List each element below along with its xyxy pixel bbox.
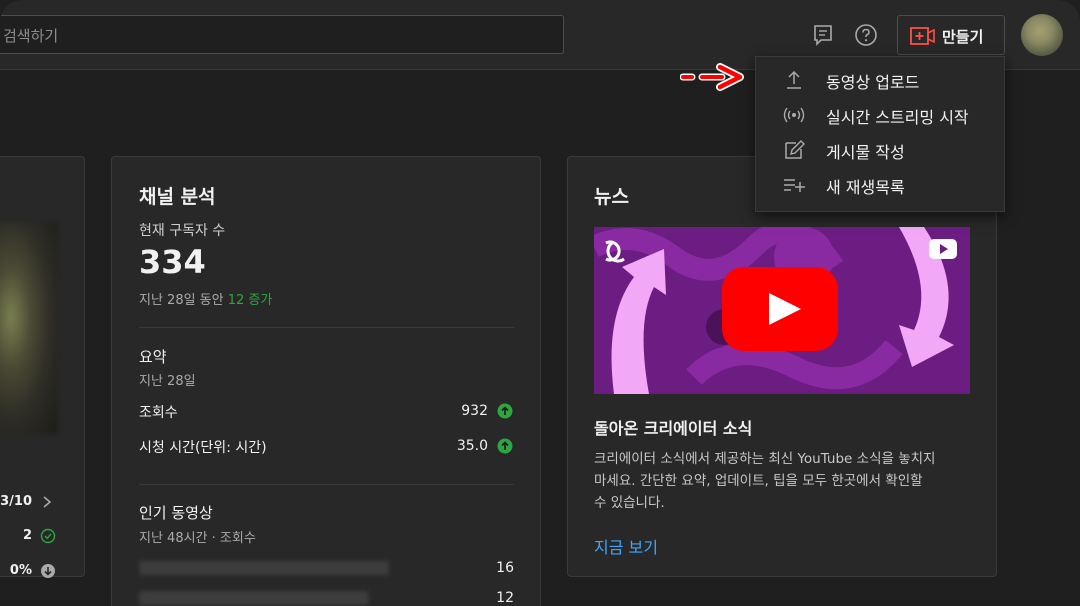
top-videos-title: 인기 동영상 (139, 504, 213, 522)
left-row-2-value: 2 (22, 528, 32, 543)
check-circle-icon (40, 528, 56, 544)
upload-icon (787, 70, 801, 89)
news-title: 뉴스 (594, 186, 629, 208)
search-placeholder: 검색하기 (3, 27, 59, 45)
create-button-label: 만들기 (942, 28, 984, 46)
summary-title: 요약 (139, 348, 167, 366)
metric-watchtime-label: 시청 시간(단위: 시간) (139, 440, 267, 456)
menu-item-upload-video[interactable]: 동영상 업로드 (756, 63, 1006, 97)
trend-up-icon (497, 438, 513, 454)
left-row-3-value: 0% (9, 563, 32, 578)
edit-post-icon (785, 140, 805, 159)
top-video-2-views: 12 (496, 590, 514, 606)
menu-item-label: 게시물 작성 (826, 143, 905, 162)
download-circle-icon (41, 564, 55, 578)
trend-up-icon (497, 403, 513, 419)
divider (139, 327, 514, 328)
create-button[interactable]: 만들기 (897, 15, 1005, 55)
create-menu: 동영상 업로드 실시간 스트리밍 시작 게시물 작성 새 재생목록 (755, 56, 1005, 212)
menu-item-label: 실시간 스트리밍 시작 (826, 108, 969, 127)
avatar[interactable] (1021, 14, 1063, 56)
subscriber-change: 12 증가 (227, 293, 273, 308)
blurred-video-title[interactable] (139, 591, 369, 605)
top-videos-period: 지난 48시간 · 조회수 (139, 531, 256, 546)
metric-views-value: 932 (461, 403, 488, 419)
period-text: 지난 28일 동안 (139, 293, 224, 308)
annotation-arrow-icon (680, 63, 744, 91)
watch-now-link[interactable]: 지금 보기 (594, 534, 658, 558)
search-input[interactable]: 검색하기 (0, 15, 564, 54)
news-headline: 돌아온 크리에이터 소식 (594, 419, 753, 438)
divider (139, 484, 514, 485)
chevron-right-icon[interactable] (40, 494, 54, 510)
menu-item-go-live[interactable]: 실시간 스트리밍 시작 (756, 98, 1006, 132)
top-video-1-views: 16 (496, 560, 514, 576)
summary-period: 지난 28일 (139, 374, 196, 389)
live-broadcast-icon (783, 107, 805, 123)
add-playlist-icon (784, 179, 805, 192)
menu-item-label: 새 재생목록 (826, 178, 905, 197)
app-window: 검색하기 만들기 3/10 2 0% 채널 분석 현재 구독자 수 334 지난… (0, 0, 1080, 606)
menu-item-create-post[interactable]: 게시물 작성 (756, 133, 1006, 167)
menu-item-label: 동영상 업로드 (826, 73, 920, 92)
feedback-icon[interactable] (810, 22, 836, 48)
news-body-line-3: 수 있습니다. (594, 495, 665, 511)
news-body-line-1: 크리에이터 소식에서 제공하는 최신 YouTube 소식을 놓치지 (594, 451, 936, 467)
news-image[interactable] (594, 227, 970, 394)
help-icon[interactable] (853, 22, 879, 48)
left-row-1-value: 3/10 (0, 494, 32, 509)
blurred-video-title[interactable] (139, 561, 389, 575)
menu-item-new-playlist[interactable]: 새 재생목록 (756, 168, 1006, 202)
news-body-line-2: 마세요. 간단한 요약, 업데이트, 팁을 모두 한곳에서 확인할 (594, 473, 923, 489)
analytics-title: 채널 분석 (139, 186, 216, 208)
create-video-icon (910, 27, 935, 45)
news-illustration (594, 227, 970, 394)
subscribers-count: 334 (139, 243, 206, 281)
metric-views-label: 조회수 (139, 405, 178, 421)
subscribers-label: 현재 구독자 수 (139, 223, 226, 239)
blurred-thumbnail (0, 222, 58, 434)
metric-watchtime-value: 35.0 (456, 438, 488, 454)
